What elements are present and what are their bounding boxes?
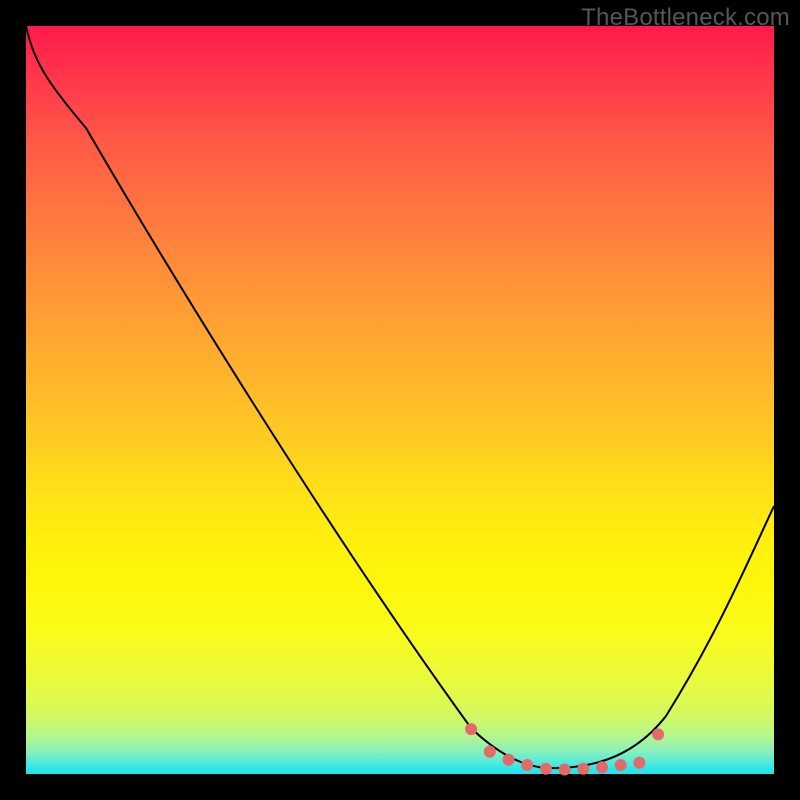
marker-group [465, 723, 664, 775]
chart-container: TheBottleneck.com [0, 0, 800, 800]
curve-marker [540, 763, 552, 775]
curve-marker [615, 759, 627, 771]
curve-marker [652, 728, 664, 740]
curve-marker [465, 723, 477, 735]
curve-marker [633, 757, 645, 769]
curve-marker [596, 761, 608, 773]
curve-marker [559, 764, 571, 776]
curve-marker [503, 754, 515, 766]
chart-svg [26, 26, 774, 774]
curve-marker [521, 759, 533, 771]
watermark-text: TheBottleneck.com [581, 4, 790, 32]
curve-marker [577, 763, 589, 775]
bottleneck-curve [26, 26, 774, 768]
curve-marker [484, 746, 496, 758]
